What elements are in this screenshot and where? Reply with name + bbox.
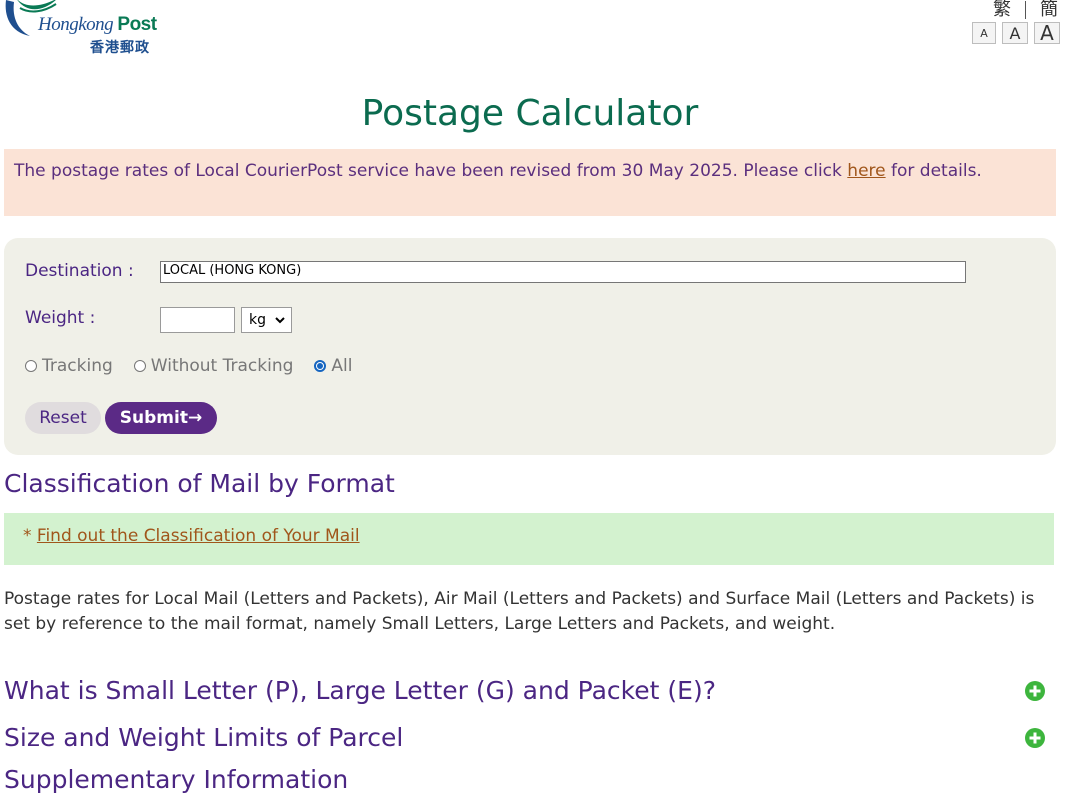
weight-unit-value: kg <box>249 312 266 328</box>
weight-input[interactable] <box>160 307 235 333</box>
radio-all-label: All <box>331 356 353 376</box>
weight-label: Weight : <box>25 308 96 328</box>
asterisk: * <box>23 526 37 546</box>
classification-link-box: * Find out the Classification of Your Ma… <box>4 513 1054 565</box>
notice-text-before: The postage rates of Local CourierPost s… <box>14 161 848 181</box>
chevron-down-icon <box>275 317 285 324</box>
submit-button[interactable]: Submit→ <box>105 402 217 434</box>
expand-plus-icon[interactable] <box>1025 728 1045 748</box>
language-switcher: 繁簡 <box>993 0 1058 21</box>
reset-button[interactable]: Reset <box>25 402 101 434</box>
radio-circle-icon <box>133 360 146 372</box>
radio-without-tracking-label: Without Tracking <box>150 356 294 376</box>
radio-tracking-label: Tracking <box>42 356 113 376</box>
section-heading-supplementary[interactable]: Supplementary Information <box>4 765 348 794</box>
weight-unit-select[interactable]: kg <box>241 307 292 333</box>
tracking-radio-group: Tracking Without Tracking All <box>25 356 373 376</box>
radio-checked-icon <box>314 360 327 372</box>
font-size-small-button[interactable]: A <box>972 22 996 44</box>
font-size-controls: A A A <box>972 21 1060 45</box>
destination-label: Destination : <box>25 261 134 281</box>
lang-simplified-link[interactable]: 簡 <box>1040 0 1058 20</box>
classification-paragraph: Postage rates for Local Mail (Letters an… <box>4 589 1035 634</box>
find-classification-link[interactable]: Find out the Classification of Your Mail <box>37 526 360 546</box>
radio-without-tracking[interactable]: Without Tracking <box>133 356 294 376</box>
logo-text-en: Hongkong Post <box>38 14 157 35</box>
section-heading-small-large-packet[interactable]: What is Small Letter (P), Large Letter (… <box>4 676 716 705</box>
lang-separator <box>1025 1 1026 19</box>
radio-all[interactable]: All <box>314 356 352 376</box>
notice-here-link[interactable]: here <box>847 161 885 181</box>
logo-text-zh: 香港郵政 <box>90 40 150 56</box>
lang-traditional-link[interactable]: 繁 <box>993 0 1011 20</box>
hongkong-post-logo[interactable]: Hongkong Post 香港郵政 <box>0 0 170 60</box>
calculator-form: Destination : LOCAL (HONG KONG) Weight :… <box>4 238 1056 455</box>
font-size-large-button[interactable]: A <box>1034 21 1060 45</box>
classification-heading: Classification of Mail by Format <box>4 469 395 498</box>
radio-circle-icon <box>25 360 37 372</box>
rate-revision-notice: The postage rates of Local CourierPost s… <box>4 149 1056 216</box>
expand-plus-icon[interactable] <box>1025 681 1045 701</box>
font-size-medium-button[interactable]: A <box>1002 22 1028 44</box>
page-title: Postage Calculator <box>361 93 699 134</box>
section-heading-size-weight-limits[interactable]: Size and Weight Limits of Parcel <box>4 723 403 752</box>
destination-input[interactable]: LOCAL (HONG KONG) <box>160 261 966 283</box>
notice-text-after: for details. <box>885 161 982 181</box>
radio-tracking[interactable]: Tracking <box>25 356 113 376</box>
